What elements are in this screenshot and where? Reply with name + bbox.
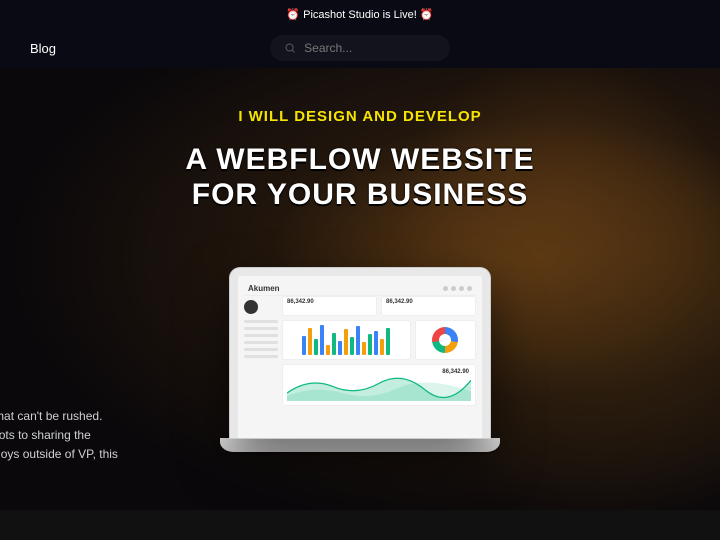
bar (356, 326, 360, 355)
laptop-mockup: Akumen 86,342.90 86,342.90 (220, 268, 500, 452)
bar (308, 328, 312, 355)
dashboard-sidebar (244, 296, 278, 430)
dashboard-header: Akumen (244, 282, 476, 296)
hero-title: A WEBFLOW WEBSITE FOR YOUR BUSINESS (110, 143, 610, 212)
background-feature-text: ht! ps is a greatness that can't be rush… (0, 358, 118, 465)
bar (374, 331, 378, 355)
search-input[interactable] (304, 41, 436, 55)
nav-link-blog[interactable]: Blog (30, 41, 56, 56)
dashboard-header-icons (443, 286, 472, 291)
bar (386, 328, 390, 355)
bar (362, 342, 366, 355)
search-box[interactable] (270, 35, 450, 61)
metric-card: 86,342.90 (381, 296, 476, 316)
pie-chart (415, 320, 476, 360)
search-icon (284, 41, 296, 55)
pie-icon (432, 327, 458, 353)
dashboard-main: 86,342.90 86,342.90 86,342.90 (282, 296, 476, 430)
announcement-bar: ⏰ Picashot Studio is Live! ⏰ (0, 0, 720, 28)
hero-headline: I WILL DESIGN AND DEVELOP A WEBFLOW WEBS… (110, 108, 610, 212)
bar-chart (282, 320, 411, 360)
laptop-screen: Akumen 86,342.90 86,342.90 (230, 268, 490, 438)
feature-heading: ht! (0, 358, 118, 395)
feature-body: ps is a greatness that can't be rushed. … (0, 407, 118, 465)
bar (320, 325, 324, 355)
metric-card: 86,342.90 (282, 296, 377, 316)
bar (326, 345, 330, 355)
bar (338, 341, 342, 355)
hero-section: ht! ps is a greatness that can't be rush… (0, 68, 720, 540)
laptop-base (220, 438, 500, 452)
bar (368, 334, 372, 355)
bar (302, 336, 306, 355)
top-nav: Blog (0, 28, 720, 68)
bar (380, 339, 384, 355)
hero-kicker: I WILL DESIGN AND DEVELOP (110, 108, 610, 125)
bar (314, 339, 318, 355)
announcement-text: ⏰ Picashot Studio is Live! ⏰ (286, 8, 433, 21)
bar (350, 337, 354, 355)
bar (332, 333, 336, 355)
area-chart: 86,342.90 (282, 364, 476, 406)
avatar (244, 300, 258, 314)
dashboard-brand: Akumen (248, 284, 280, 293)
bar (344, 329, 348, 355)
